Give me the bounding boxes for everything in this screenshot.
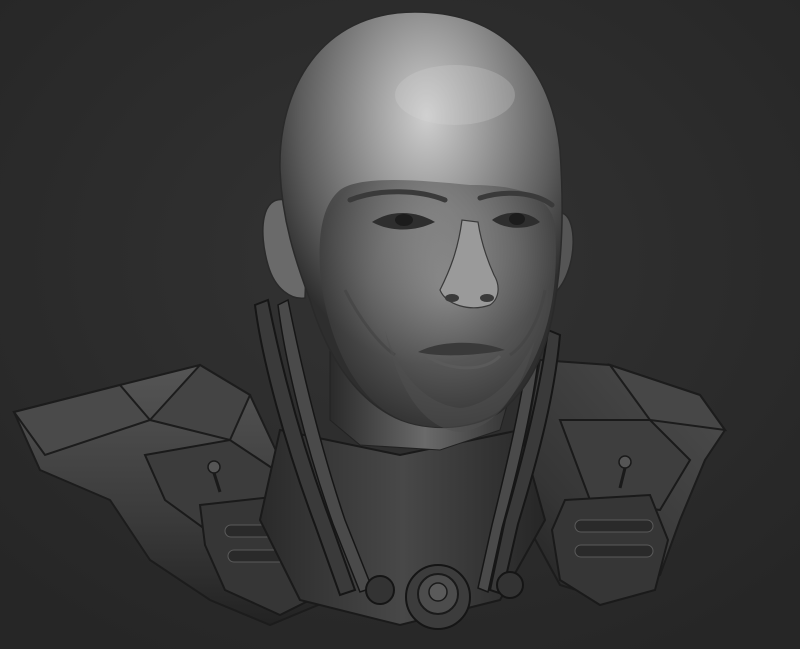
head	[262, 11, 574, 432]
render-viewport	[0, 0, 800, 649]
bust-sculpt	[12, 11, 728, 630]
